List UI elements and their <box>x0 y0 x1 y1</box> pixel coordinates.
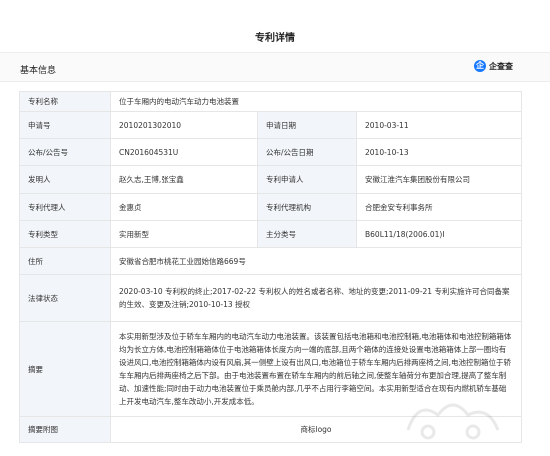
value-publication-number: CN201604531U <box>110 138 258 166</box>
label-address: 住所 <box>19 247 111 275</box>
section-header <box>0 52 550 82</box>
value-patent-type: 实用新型 <box>110 220 258 248</box>
label-agent: 专利代理人 <box>19 193 111 221</box>
value-application-number: 2010201302010 <box>110 111 258 139</box>
label-patent-type: 专利类型 <box>19 220 111 248</box>
label-agency: 专利代理机构 <box>257 193 357 221</box>
label-abstract-figure: 摘要附图 <box>19 416 111 443</box>
table-row: 申请号 2010201302010 申请日期 2010-03-11 <box>19 111 523 139</box>
page-title: 专利详情 <box>255 33 295 44</box>
table-row: 专利类型 实用新型 主分类号 B60L11/18(2006.01)I <box>19 220 523 248</box>
value-application-date: 2010-03-11 <box>355 111 523 139</box>
applicant-link[interactable]: 安徽江淮汽车集团股份有限公司 <box>355 165 523 194</box>
table-row: 公布/公告号 CN201604531U 公布/公告日期 2010-10-13 <box>19 138 523 166</box>
table-row: 住所 安徽省合肥市桃花工业园始信路669号 <box>19 247 523 275</box>
table-row: 发明人 赵久志,王博,张宝鑫 专利申请人 安徽江淮汽车集团股份有限公司 <box>19 165 523 194</box>
value-agency: 合肥金安专利事务所 <box>355 193 523 221</box>
value-address: 安徽省合肥市桃花工业园始信路669号 <box>109 247 523 275</box>
label-application-number: 申请号 <box>19 111 111 139</box>
label-main-class: 主分类号 <box>257 220 357 248</box>
brand-logo: 企 企查查 <box>474 60 513 72</box>
value-publication-date: 2010-10-13 <box>355 138 523 166</box>
watermark-icon <box>406 403 500 440</box>
label-applicant: 专利申请人 <box>257 165 357 194</box>
brand-label: 企查查 <box>489 61 513 71</box>
value-patent-name: 位于车厢内的电动汽车动力电池装置 <box>109 91 523 112</box>
table-row: 专利名称 位于车厢内的电动汽车动力电池装置 <box>19 91 523 112</box>
value-agent: 金惠贞 <box>110 193 258 221</box>
label-patent-name: 专利名称 <box>19 91 111 112</box>
value-legal-status: 2020-03-10 专利权的终止;2017-02-22 专利权人的姓名或者名称… <box>109 274 523 322</box>
label-application-date: 申请日期 <box>257 111 357 139</box>
table-row: 法律状态 2020-03-10 专利权的终止;2017-02-22 专利权人的姓… <box>19 274 523 322</box>
brand-icon: 企 <box>474 60 486 72</box>
label-inventor: 发明人 <box>19 165 111 194</box>
section-title: 基本信息 <box>20 66 57 76</box>
label-legal-status: 法律状态 <box>19 274 111 322</box>
label-abstract: 摘要 <box>19 321 111 417</box>
label-publication-date: 公布/公告日期 <box>257 138 357 166</box>
label-publication-number: 公布/公告号 <box>19 138 111 166</box>
table-row: 专利代理人 金惠贞 专利代理机构 合肥金安专利事务所 <box>19 193 523 221</box>
value-inventor: 赵久志,王博,张宝鑫 <box>110 165 258 194</box>
value-main-class: B60L11/18(2006.01)I <box>355 220 523 248</box>
